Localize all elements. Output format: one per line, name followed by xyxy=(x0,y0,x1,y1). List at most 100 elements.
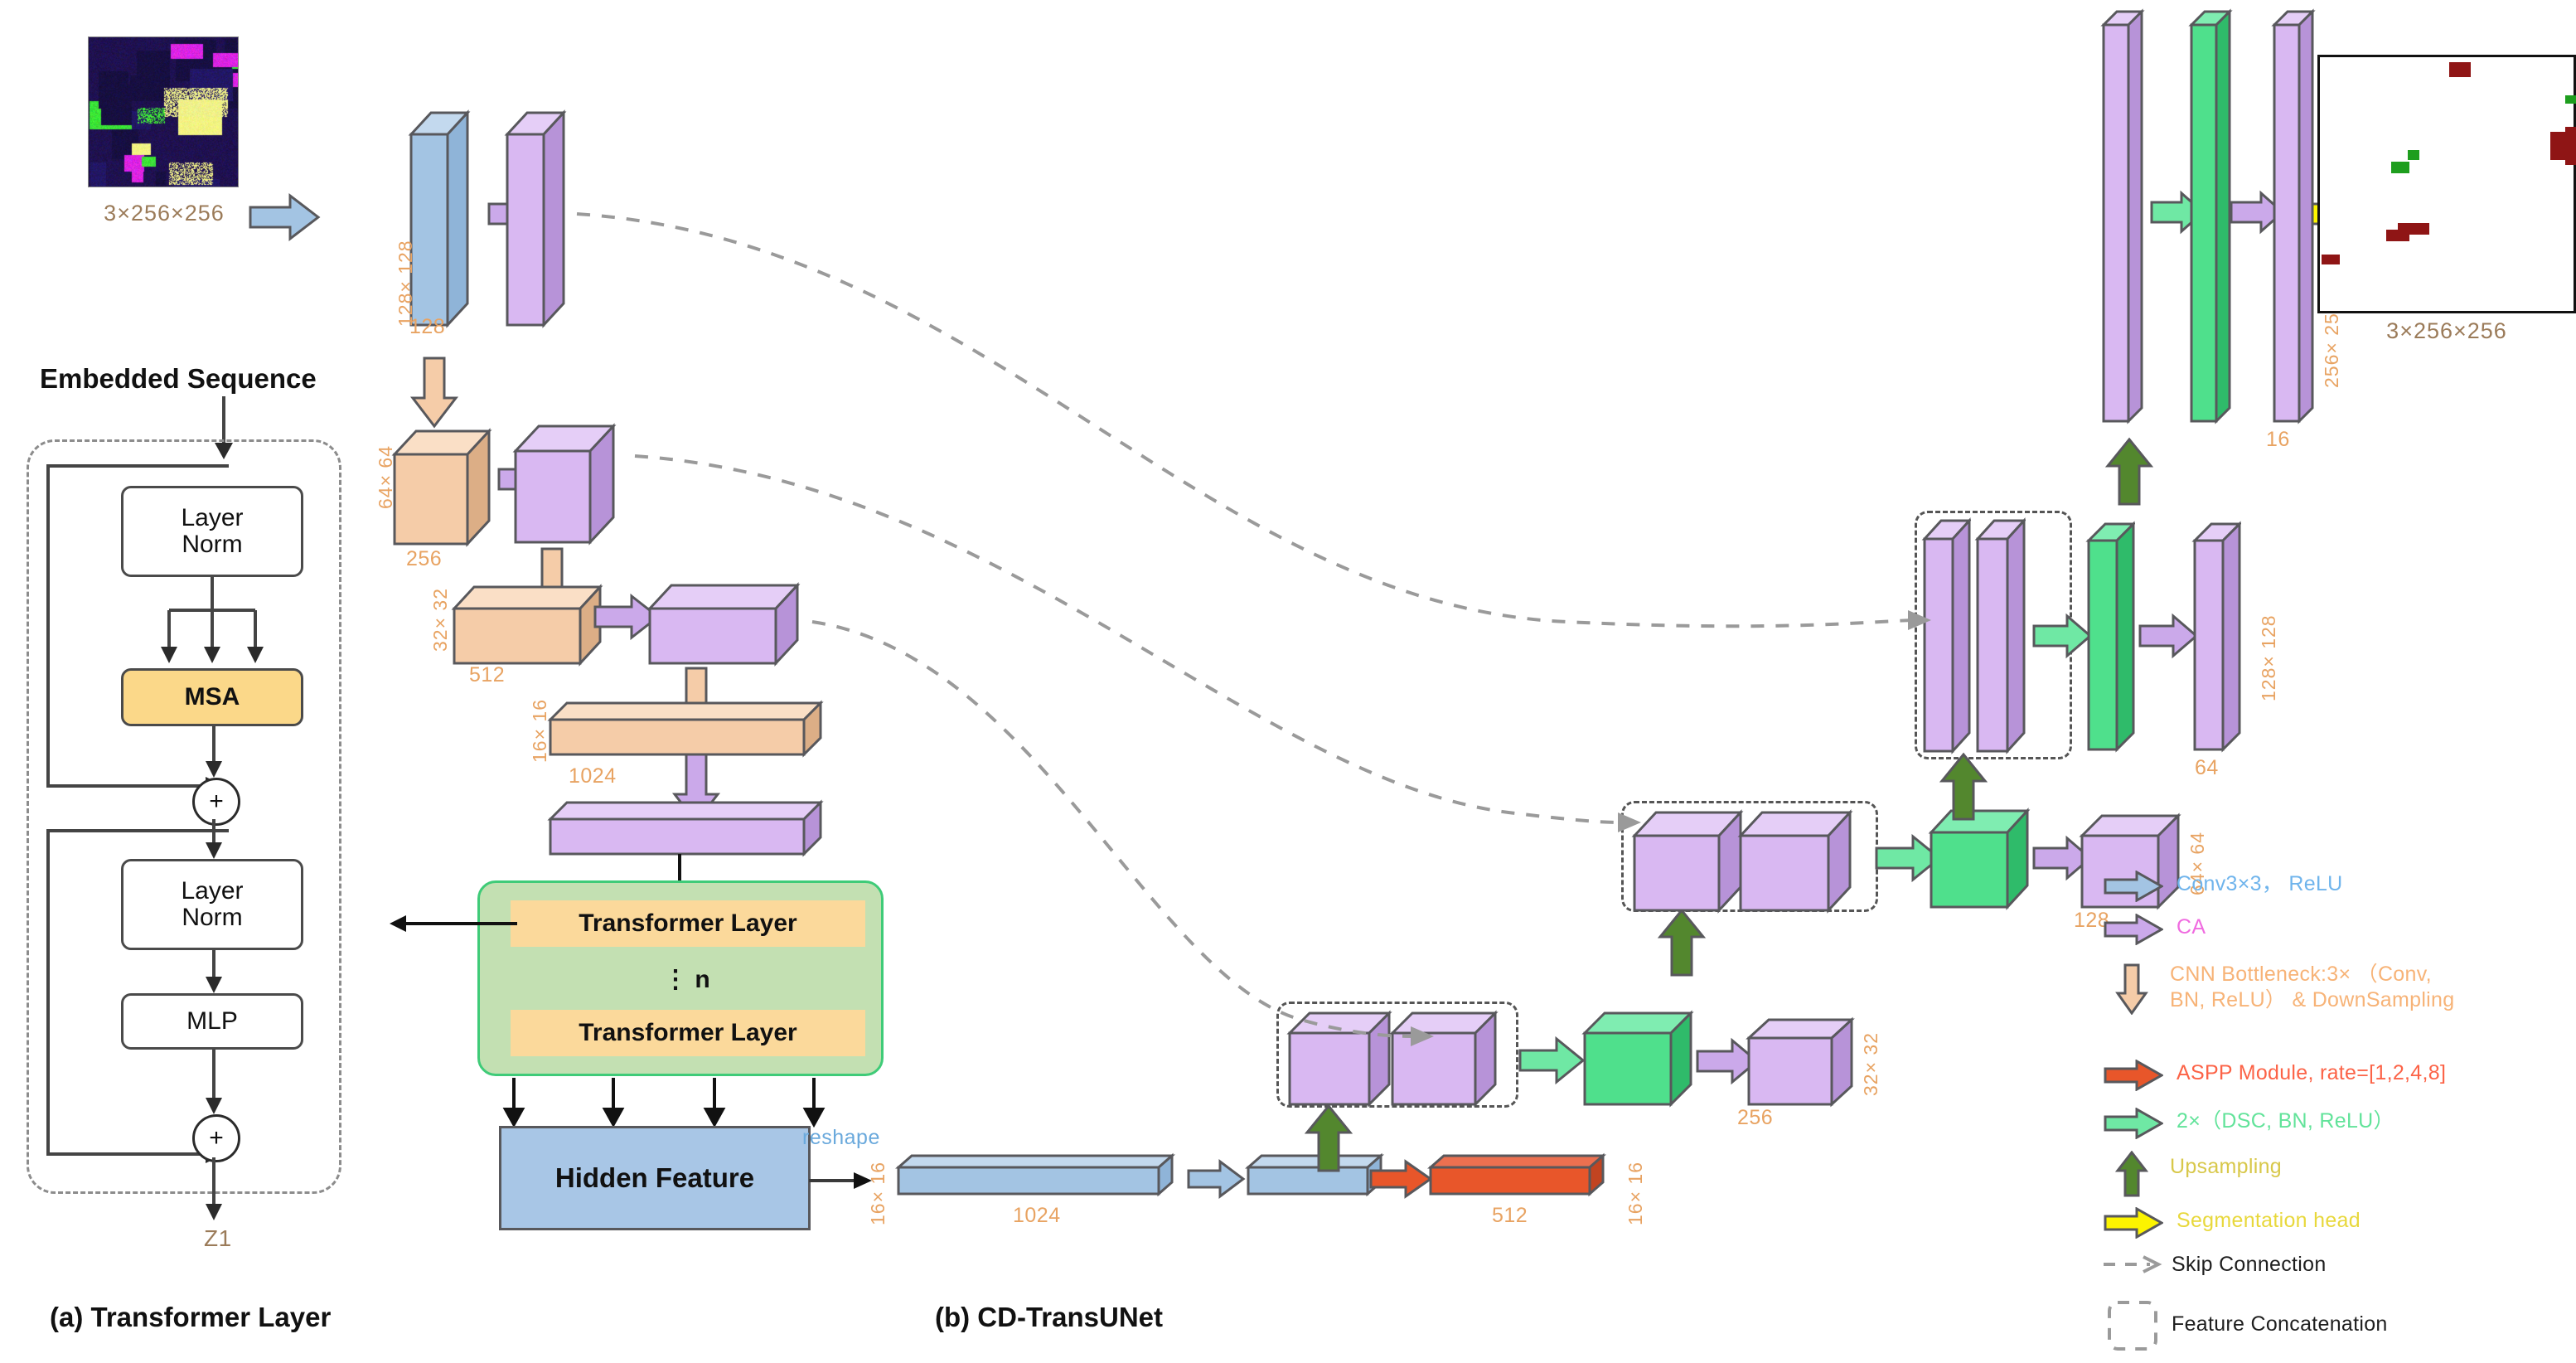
dsc-arrow-32 xyxy=(1518,1036,1586,1085)
legend-item-upsampling: Upsampling xyxy=(2104,1150,2283,1201)
arrow-hidden-to-bottleneck xyxy=(809,1172,872,1189)
decoder-64-dsc-block xyxy=(1928,806,2041,916)
upsample-arrow-128 xyxy=(1939,752,1988,821)
encoder-stage1-ca-block xyxy=(504,104,577,332)
caption-b: (b) CD-TransUNet xyxy=(935,1302,1164,1332)
bottleneck-input-resolution: 16× 16 xyxy=(867,1162,889,1225)
ca-arrow-dec128 xyxy=(2138,613,2199,659)
legend-label-cnn-bottleneck-line2: BN, ReLU） & DownSampling xyxy=(2170,987,2455,1011)
transformer-layer-top[interactable]: Transformer Layer xyxy=(511,900,865,947)
encoder-stage1-resolution: 128× 128 xyxy=(395,240,416,327)
layer-norm-1-block: Layer Norm xyxy=(121,486,303,577)
decoder-256-dsc-block xyxy=(2188,7,2233,430)
aspp-arrow xyxy=(1369,1159,1433,1199)
encoder-stage2-ca-block xyxy=(512,418,625,551)
up-arrow-icon xyxy=(2114,1150,2149,1201)
decoder-32-channels: 256 xyxy=(1737,1106,1774,1129)
layer-norm-2-block: Layer Norm xyxy=(121,859,303,950)
conv-arrow-bottleneck xyxy=(1187,1159,1246,1199)
decoder-32-concat-block-b xyxy=(1389,1008,1510,1113)
legend-item-ca: CA xyxy=(2104,913,2206,949)
add1-to-ln2-arrow xyxy=(206,819,222,859)
dsc-arrow-128 xyxy=(2032,613,2093,659)
legend-item-conv: Conv3×3， ReLU xyxy=(2104,870,2343,906)
encoder-stage3-channels: 512 xyxy=(469,663,506,686)
decoder-256-ca-block xyxy=(2271,7,2316,430)
input-image xyxy=(88,36,239,187)
decoder-128-dsc-block xyxy=(2085,519,2137,759)
decoder-128-concat-block-a xyxy=(1921,516,1973,760)
encoder-stage1-channels: 128 xyxy=(409,315,446,338)
encoder-stage3-ca-block xyxy=(646,579,804,676)
right-arrow-icon xyxy=(2104,1206,2165,1243)
residual-add-2: + xyxy=(192,1114,240,1162)
encoder-stage2-channels: 256 xyxy=(406,547,443,570)
encoder-stage2-bottleneck-block xyxy=(391,423,499,551)
legend-label-feature-concat: Feature Concatenation xyxy=(2172,1312,2388,1336)
right-arrow-icon xyxy=(2104,870,2165,906)
legend-label-dsc: 2×（DSC, BN, ReLU） xyxy=(2177,1109,2394,1133)
encoder-stage3-bottleneck-block xyxy=(451,580,608,676)
decoder-64-concat-block-b xyxy=(1737,808,1867,919)
qkv-split-arrows xyxy=(161,577,264,663)
arrows-to-hidden-feature xyxy=(502,1078,826,1128)
decoder-32-concat-block-a xyxy=(1286,1008,1402,1113)
transformer-layer-bottom[interactable]: Transformer Layer xyxy=(511,1010,865,1056)
decoder-256-channels: 16 xyxy=(2266,428,2290,451)
down-arrow-icon xyxy=(2115,963,2148,1019)
decoder-128-resolution: 128× 128 xyxy=(2258,614,2279,701)
embedded-sequence-title: Embedded Sequence xyxy=(40,363,317,394)
legend-label-conv: Conv3×3， ReLU xyxy=(2177,872,2343,895)
encoder-stage3-resolution: 32× 32 xyxy=(429,588,451,652)
legend-item-cnn-bottleneck: CNN Bottleneck:3× （Conv, BN, ReLU） & Dow… xyxy=(2104,963,2454,1019)
input-dim-label: 3×256×256 xyxy=(104,201,225,226)
mlp-to-add-arrow xyxy=(206,1050,222,1114)
dashed-arrow-icon xyxy=(2104,1254,2163,1279)
figure-canvas: 3×256×256 128× 128 128 64× 64 256 32× 32… xyxy=(0,0,2576,1363)
encoder-stage4-channels: 1024 xyxy=(569,764,617,788)
legend-item-aspp: ASPP Module, rate=[1,2,4,8] xyxy=(2104,1059,2447,1095)
legend-label-cnn-bottleneck-line1: CNN Bottleneck:3× （Conv, xyxy=(2170,963,2432,986)
legend-label-upsampling: Upsampling xyxy=(2170,1155,2283,1178)
legend-label-seg-head: Segmentation head xyxy=(2177,1209,2361,1232)
layer-norm-1-label: Layer Norm xyxy=(181,503,244,558)
downsample-arrow-1 xyxy=(409,357,459,429)
decoder-32-dsc-block xyxy=(1581,1008,1706,1113)
decoder-128-concat-block-b xyxy=(1974,516,2027,760)
aspp-resolution: 16× 16 xyxy=(1625,1162,1646,1225)
bottleneck-conv-block-1024 xyxy=(895,1151,1177,1205)
reshape-label: reshape xyxy=(802,1126,880,1149)
upsample-arrow-256 xyxy=(2104,437,2154,506)
transformer-repeat-marker: ⋮ n xyxy=(663,966,710,993)
aspp-output-block xyxy=(1427,1151,1610,1205)
encoder-stage1-conv-block xyxy=(408,104,481,332)
decoder-256-block-a xyxy=(2100,7,2145,430)
encoder-stage2-resolution: 64× 64 xyxy=(375,445,396,509)
mlp-block[interactable]: MLP xyxy=(121,993,303,1050)
legend-label-cnn-bottleneck: CNN Bottleneck:3× （Conv, BN, ReLU） & Dow… xyxy=(2170,962,2454,1012)
decoder-256-resolution: 256× 256 xyxy=(2321,301,2342,388)
transformer-output-arrow xyxy=(206,1157,222,1220)
legend-item-seg-head: Segmentation head xyxy=(2104,1206,2361,1243)
layer-norm-2-label: Layer Norm xyxy=(181,876,244,931)
aspp-channels: 512 xyxy=(1492,1204,1528,1227)
caption-a: (a) Transformer Layer xyxy=(50,1302,332,1332)
right-arrow-icon xyxy=(2104,1059,2165,1095)
right-arrow-icon xyxy=(2104,913,2165,949)
decoder-32-ca-block xyxy=(1746,1015,1867,1113)
legend-item-skip-connection: Skip Connection xyxy=(2104,1253,2327,1279)
arrow-stack-to-transformer-detail xyxy=(390,915,517,932)
legend-item-dsc: 2×（DSC, BN, ReLU） xyxy=(2104,1107,2394,1143)
legend-label-aspp: ASPP Module, rate=[1,2,4,8] xyxy=(2177,1061,2447,1084)
dashed-box-icon xyxy=(2107,1300,2160,1356)
legend-item-feature-concat: Feature Concatenation xyxy=(2104,1300,2388,1356)
conv-arrow-input xyxy=(249,192,321,242)
decoder-32-resolution: 32× 32 xyxy=(1860,1032,1881,1096)
decoder-128-channels: 64 xyxy=(2195,756,2219,779)
msa-block[interactable]: MSA xyxy=(121,668,303,726)
right-arrow-icon xyxy=(2104,1107,2165,1143)
output-dim-label: 3×256×256 xyxy=(2386,318,2507,343)
transformer-output-label: Z1 xyxy=(204,1225,232,1251)
msa-to-add-arrow xyxy=(206,726,222,778)
encoder-stage4-resolution: 16× 16 xyxy=(529,699,550,763)
